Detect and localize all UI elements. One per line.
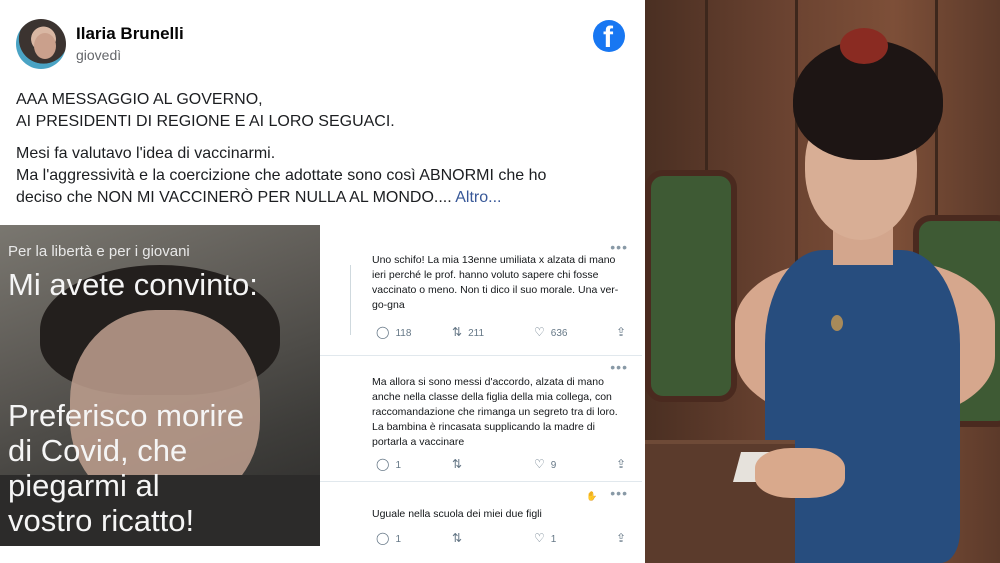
retweet-button[interactable]: ⇅ bbox=[452, 531, 468, 545]
share-icon: ⇪ bbox=[616, 325, 627, 339]
retweet-icon: ⇅ bbox=[452, 325, 463, 339]
share-button[interactable]: ⇪ bbox=[616, 531, 632, 545]
meme-title: Mi avete convinto: bbox=[8, 267, 258, 302]
reply-icon: ◯ bbox=[376, 325, 390, 339]
heart-icon: ♡ bbox=[534, 457, 545, 471]
like-count: 1 bbox=[550, 534, 557, 545]
tweet-actions: ◯ 1 ⇅ ♡ 1 ⇪ bbox=[376, 531, 632, 547]
more-dots-icon[interactable]: ••• bbox=[610, 359, 628, 375]
heart-icon: ♡ bbox=[534, 325, 545, 339]
divider bbox=[320, 355, 642, 356]
reply-button[interactable]: ◯ 1 bbox=[376, 457, 401, 471]
post-line: Ma l'aggressività e la coercizione che a… bbox=[16, 167, 547, 184]
meme-body: Preferisco morire di Covid, che piegarmi… bbox=[8, 398, 308, 538]
post-line-text: deciso che NON MI VACCINERÒ PER NULLA AL… bbox=[16, 189, 452, 206]
post-text: AAA MESSAGGIO AL GOVERNO, AI PRESIDENTI … bbox=[16, 89, 636, 209]
portrait-photo[interactable] bbox=[645, 0, 1000, 563]
meme-body-line: Preferisco morire bbox=[8, 398, 244, 433]
retweet-icon: ⇅ bbox=[452, 457, 463, 471]
like-button[interactable]: ♡ 636 bbox=[534, 325, 567, 339]
see-more-link[interactable]: Altro... bbox=[455, 189, 501, 206]
reply-count: 118 bbox=[395, 328, 412, 339]
reply-icon: ◯ bbox=[376, 457, 390, 471]
meme-body-line: vostro ricatto! bbox=[8, 503, 195, 538]
tweet-text: Uno schifo! La mia 13enne umiliata x alz… bbox=[372, 254, 619, 311]
share-icon: ⇪ bbox=[616, 531, 627, 545]
retweet-button[interactable]: ⇅ bbox=[452, 457, 468, 471]
like-button[interactable]: ♡ 1 bbox=[534, 531, 556, 545]
retweet-icon: ⇅ bbox=[452, 531, 463, 545]
facebook-logo-icon: f bbox=[593, 20, 625, 54]
tweet-actions: ◯ 1 ⇅ ♡ 9 ⇪ bbox=[376, 457, 632, 473]
share-button[interactable]: ⇪ bbox=[616, 325, 632, 339]
thread-line bbox=[350, 265, 351, 335]
like-count: 636 bbox=[550, 328, 568, 339]
post-line: AAA MESSAGGIO AL GOVERNO, bbox=[16, 91, 263, 108]
heart-icon: ♡ bbox=[534, 531, 545, 545]
divider bbox=[320, 481, 642, 482]
chair bbox=[645, 170, 737, 402]
author-name[interactable]: Ilaria Brunelli bbox=[76, 24, 184, 44]
share-button[interactable]: ⇪ bbox=[616, 457, 632, 471]
retweet-button[interactable]: ⇅ 211 bbox=[452, 325, 484, 339]
tweet-text: Ma allora si sono messi d'accordo, alzat… bbox=[372, 376, 618, 448]
facebook-post: Ilaria Brunelli giovedì f AAA MESSAGGIO … bbox=[0, 0, 642, 224]
author-avatar[interactable] bbox=[16, 19, 66, 69]
tweet-actions: ◯ 118 ⇅ 211 ♡ 636 ⇪ bbox=[376, 325, 632, 341]
reply-count: 1 bbox=[395, 534, 401, 545]
meme-top-text: Per la libertà e per i giovani bbox=[8, 243, 190, 260]
more-dots-icon[interactable]: ••• bbox=[610, 485, 628, 501]
reply-button[interactable]: ◯ 118 bbox=[376, 325, 411, 339]
reply-button[interactable]: ◯ 1 bbox=[376, 531, 401, 545]
reply-count: 1 bbox=[395, 460, 401, 471]
like-count: 9 bbox=[550, 460, 557, 471]
emoji-icon: ✋ bbox=[586, 491, 598, 501]
tweet-text: Uguale nella scuola dei miei due figli bbox=[372, 508, 542, 520]
post-line-last: deciso che NON MI VACCINERÒ PER NULLA AL… bbox=[16, 187, 636, 209]
meme-body-line: piegarmi al bbox=[8, 468, 160, 503]
post-line: Mesi fa valutavo l'idea di vaccinarmi. bbox=[16, 145, 276, 162]
tweets-screenshot: ••• Uno schifo! La mia 13enne umiliata x… bbox=[320, 225, 642, 546]
post-line: AI PRESIDENTI DI REGIONE E AI LORO SEGUA… bbox=[16, 113, 395, 130]
post-date[interactable]: giovedì bbox=[76, 47, 121, 63]
share-icon: ⇪ bbox=[616, 457, 627, 471]
retweet-count: 211 bbox=[468, 328, 485, 339]
necklace-pendant bbox=[831, 315, 843, 331]
like-button[interactable]: ♡ 9 bbox=[534, 457, 556, 471]
reply-icon: ◯ bbox=[376, 531, 390, 545]
meme-body-line: di Covid, che bbox=[8, 433, 188, 468]
meme-image[interactable]: Per la libertà e per i giovani Mi avete … bbox=[0, 225, 320, 546]
